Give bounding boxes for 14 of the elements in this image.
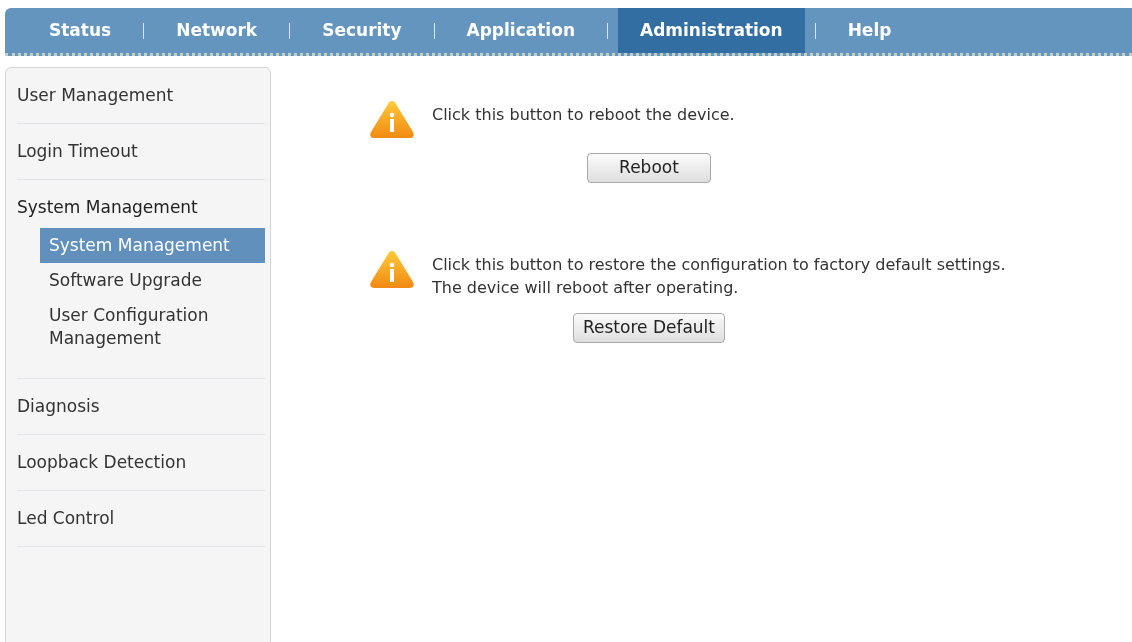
sidebar-item[interactable]: Loopback Detection — [17, 435, 265, 490]
sidebar-subitem[interactable]: Software Upgrade — [40, 263, 265, 298]
sidebar-item[interactable]: User Management — [17, 68, 265, 123]
sidebar-subitem[interactable]: User Configuration Management — [40, 298, 265, 356]
instruction-text: Click this button to restore the configuration to factory default settings. The device will reboot after operating. — [432, 254, 1007, 299]
action-button[interactable]: Restore Default — [573, 313, 725, 343]
sidebar-item[interactable]: Login Timeout — [17, 124, 265, 179]
sidebar-item[interactable]: Diagnosis — [17, 379, 265, 434]
instruction-text: Click this button to reboot the device. — [432, 104, 736, 126]
warning-icon — [369, 99, 415, 139]
sidebar-item[interactable]: Led Control — [17, 491, 265, 546]
warning-icon — [369, 249, 415, 289]
action-button[interactable]: Reboot — [587, 153, 711, 183]
nav-tab[interactable]: Administration — [618, 8, 805, 53]
